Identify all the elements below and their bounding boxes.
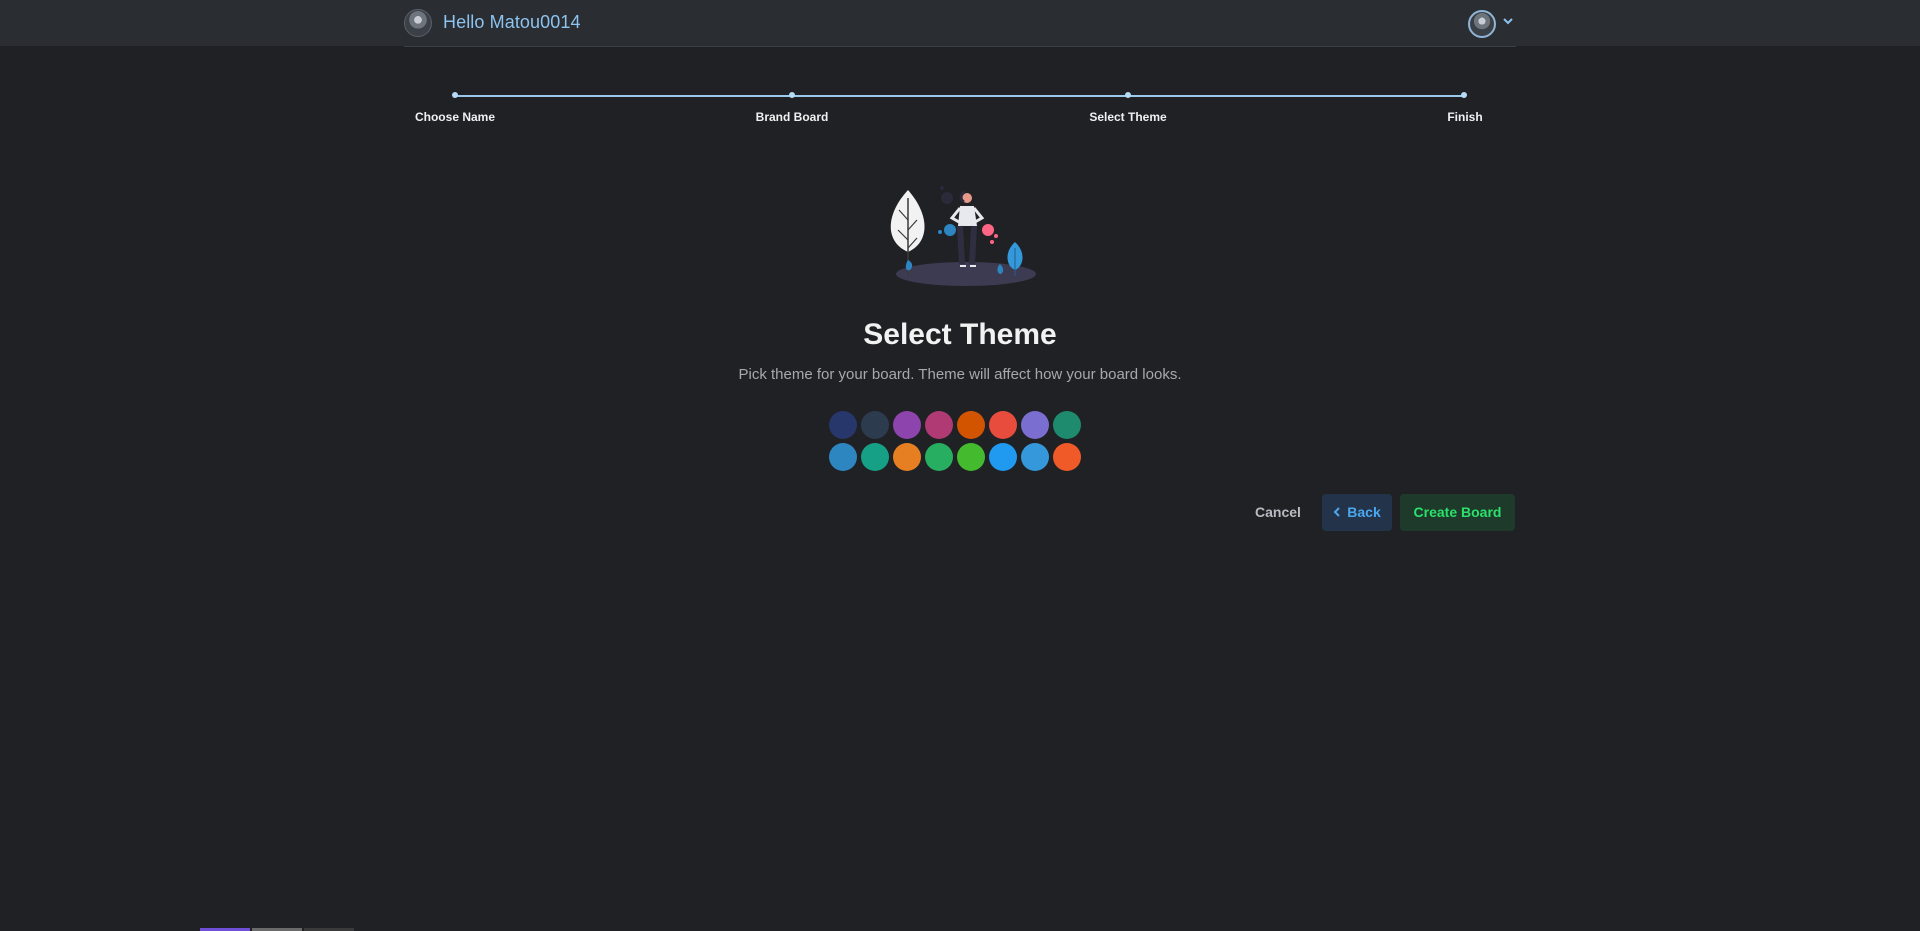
progress-stepper (452, 92, 1467, 98)
step-dot (452, 92, 458, 98)
theme-swatch[interactable] (1053, 411, 1081, 439)
theme-swatch[interactable] (1053, 443, 1081, 471)
page-title: Select Theme (863, 318, 1057, 351)
theme-swatch[interactable] (989, 443, 1017, 471)
greeting-text: Hello Matou0014 (443, 12, 581, 32)
theme-swatch[interactable] (861, 411, 889, 439)
create-board-button[interactable]: Create Board (1400, 494, 1515, 531)
theme-color-picker (829, 411, 1085, 471)
profile-avatar-icon[interactable] (1468, 10, 1496, 38)
theme-swatch[interactable] (925, 443, 953, 471)
step-label-brand-board: Brand Board (755, 110, 829, 124)
step-dot (789, 92, 795, 98)
theme-swatch[interactable] (829, 443, 857, 471)
theme-swatch[interactable] (957, 411, 985, 439)
theme-swatch[interactable] (893, 443, 921, 471)
page-subtitle: Pick theme for your board. Theme will af… (738, 366, 1182, 383)
theme-swatch[interactable] (1021, 411, 1049, 439)
step-dot (1461, 92, 1467, 98)
back-button-label: Back (1347, 504, 1381, 520)
step-label-finish: Finish (1447, 110, 1483, 124)
user-avatar-icon[interactable] (404, 9, 432, 37)
step-dot (1125, 92, 1131, 98)
theme-swatch[interactable] (893, 411, 921, 439)
theme-swatch[interactable] (1021, 443, 1049, 471)
chevron-left-icon (1333, 495, 1341, 532)
theme-swatch[interactable] (829, 411, 857, 439)
top-bar-inner: Hello Matou0014 (404, 0, 1516, 47)
back-button[interactable]: Back (1322, 494, 1392, 531)
cancel-button-label: Cancel (1255, 504, 1301, 520)
theme-swatch[interactable] (957, 443, 985, 471)
step-label-select-theme: Select Theme (1089, 110, 1167, 124)
step-label-choose-name: Choose Name (414, 110, 496, 124)
person-with-plants-illustration (880, 180, 1040, 290)
theme-swatch[interactable] (861, 443, 889, 471)
cancel-button[interactable]: Cancel (1245, 494, 1311, 531)
theme-swatch[interactable] (925, 411, 953, 439)
chevron-down-icon[interactable] (1502, 15, 1516, 29)
theme-swatch[interactable] (989, 411, 1017, 439)
top-bar: Hello Matou0014 (0, 0, 1920, 47)
create-board-button-label: Create Board (1413, 504, 1502, 520)
